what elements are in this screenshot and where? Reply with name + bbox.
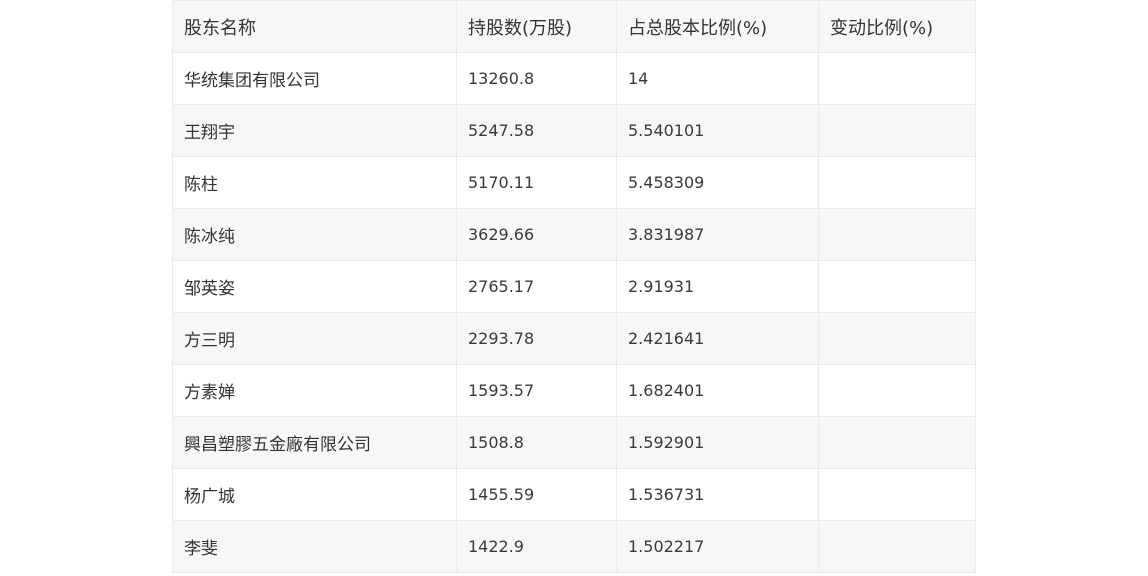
table-row: 興昌塑膠五金廠有限公司 1508.8 1.592901 (172, 416, 976, 469)
cell-shareholder-name: 邹英姿 (172, 260, 457, 313)
cell-shares-held: 13260.8 (456, 52, 617, 105)
table-row: 陈冰纯 3629.66 3.831987 (172, 208, 976, 261)
cell-share-ratio: 1.502217 (616, 520, 819, 573)
cell-share-ratio: 2.421641 (616, 312, 819, 365)
cell-shares-held: 1455.59 (456, 468, 617, 521)
cell-share-ratio: 5.458309 (616, 156, 819, 209)
cell-shares-held: 2765.17 (456, 260, 617, 313)
cell-shareholder-name: 興昌塑膠五金廠有限公司 (172, 416, 457, 469)
shareholder-table: 股东名称 持股数(万股) 占总股本比例(%) 变动比例(%) 华统集团有限公司 … (172, 0, 976, 573)
table-body: 华统集团有限公司 13260.8 14 王翔宇 5247.58 5.540101… (172, 52, 976, 573)
cell-change-ratio (818, 52, 976, 105)
cell-share-ratio: 1.592901 (616, 416, 819, 469)
cell-change-ratio (818, 312, 976, 365)
cell-share-ratio: 1.682401 (616, 364, 819, 417)
cell-shareholder-name: 杨广城 (172, 468, 457, 521)
header-change-ratio: 变动比例(%) (818, 0, 976, 53)
shareholder-table-container: 股东名称 持股数(万股) 占总股本比例(%) 变动比例(%) 华统集团有限公司 … (172, 0, 976, 573)
cell-shares-held: 1508.8 (456, 416, 617, 469)
cell-shareholder-name: 华统集团有限公司 (172, 52, 457, 105)
cell-share-ratio: 3.831987 (616, 208, 819, 261)
cell-change-ratio (818, 156, 976, 209)
cell-change-ratio (818, 520, 976, 573)
cell-shares-held: 2293.78 (456, 312, 617, 365)
cell-share-ratio: 2.91931 (616, 260, 819, 313)
cell-change-ratio (818, 208, 976, 261)
header-shares-held: 持股数(万股) (456, 0, 617, 53)
header-row: 股东名称 持股数(万股) 占总股本比例(%) 变动比例(%) (172, 0, 976, 53)
cell-change-ratio (818, 104, 976, 157)
cell-change-ratio (818, 364, 976, 417)
cell-share-ratio: 14 (616, 52, 819, 105)
cell-shareholder-name: 方三明 (172, 312, 457, 365)
cell-shares-held: 5247.58 (456, 104, 617, 157)
cell-share-ratio: 1.536731 (616, 468, 819, 521)
table-row: 李斐 1422.9 1.502217 (172, 520, 976, 573)
cell-shareholder-name: 陈冰纯 (172, 208, 457, 261)
header-shareholder-name: 股东名称 (172, 0, 457, 53)
cell-change-ratio (818, 416, 976, 469)
cell-shares-held: 3629.66 (456, 208, 617, 261)
header-share-ratio: 占总股本比例(%) (616, 0, 819, 53)
table-row: 方三明 2293.78 2.421641 (172, 312, 976, 365)
cell-shareholder-name: 陈柱 (172, 156, 457, 209)
cell-shareholder-name: 方素婵 (172, 364, 457, 417)
cell-shares-held: 1593.57 (456, 364, 617, 417)
table-row: 王翔宇 5247.58 5.540101 (172, 104, 976, 157)
cell-change-ratio (818, 260, 976, 313)
cell-share-ratio: 5.540101 (616, 104, 819, 157)
cell-shareholder-name: 王翔宇 (172, 104, 457, 157)
table-row: 方素婵 1593.57 1.682401 (172, 364, 976, 417)
table-header: 股东名称 持股数(万股) 占总股本比例(%) 变动比例(%) (172, 0, 976, 53)
cell-change-ratio (818, 468, 976, 521)
table-row: 邹英姿 2765.17 2.91931 (172, 260, 976, 313)
table-row: 华统集团有限公司 13260.8 14 (172, 52, 976, 105)
table-row: 陈柱 5170.11 5.458309 (172, 156, 976, 209)
cell-shareholder-name: 李斐 (172, 520, 457, 573)
table-row: 杨广城 1455.59 1.536731 (172, 468, 976, 521)
cell-shares-held: 1422.9 (456, 520, 617, 573)
cell-shares-held: 5170.11 (456, 156, 617, 209)
